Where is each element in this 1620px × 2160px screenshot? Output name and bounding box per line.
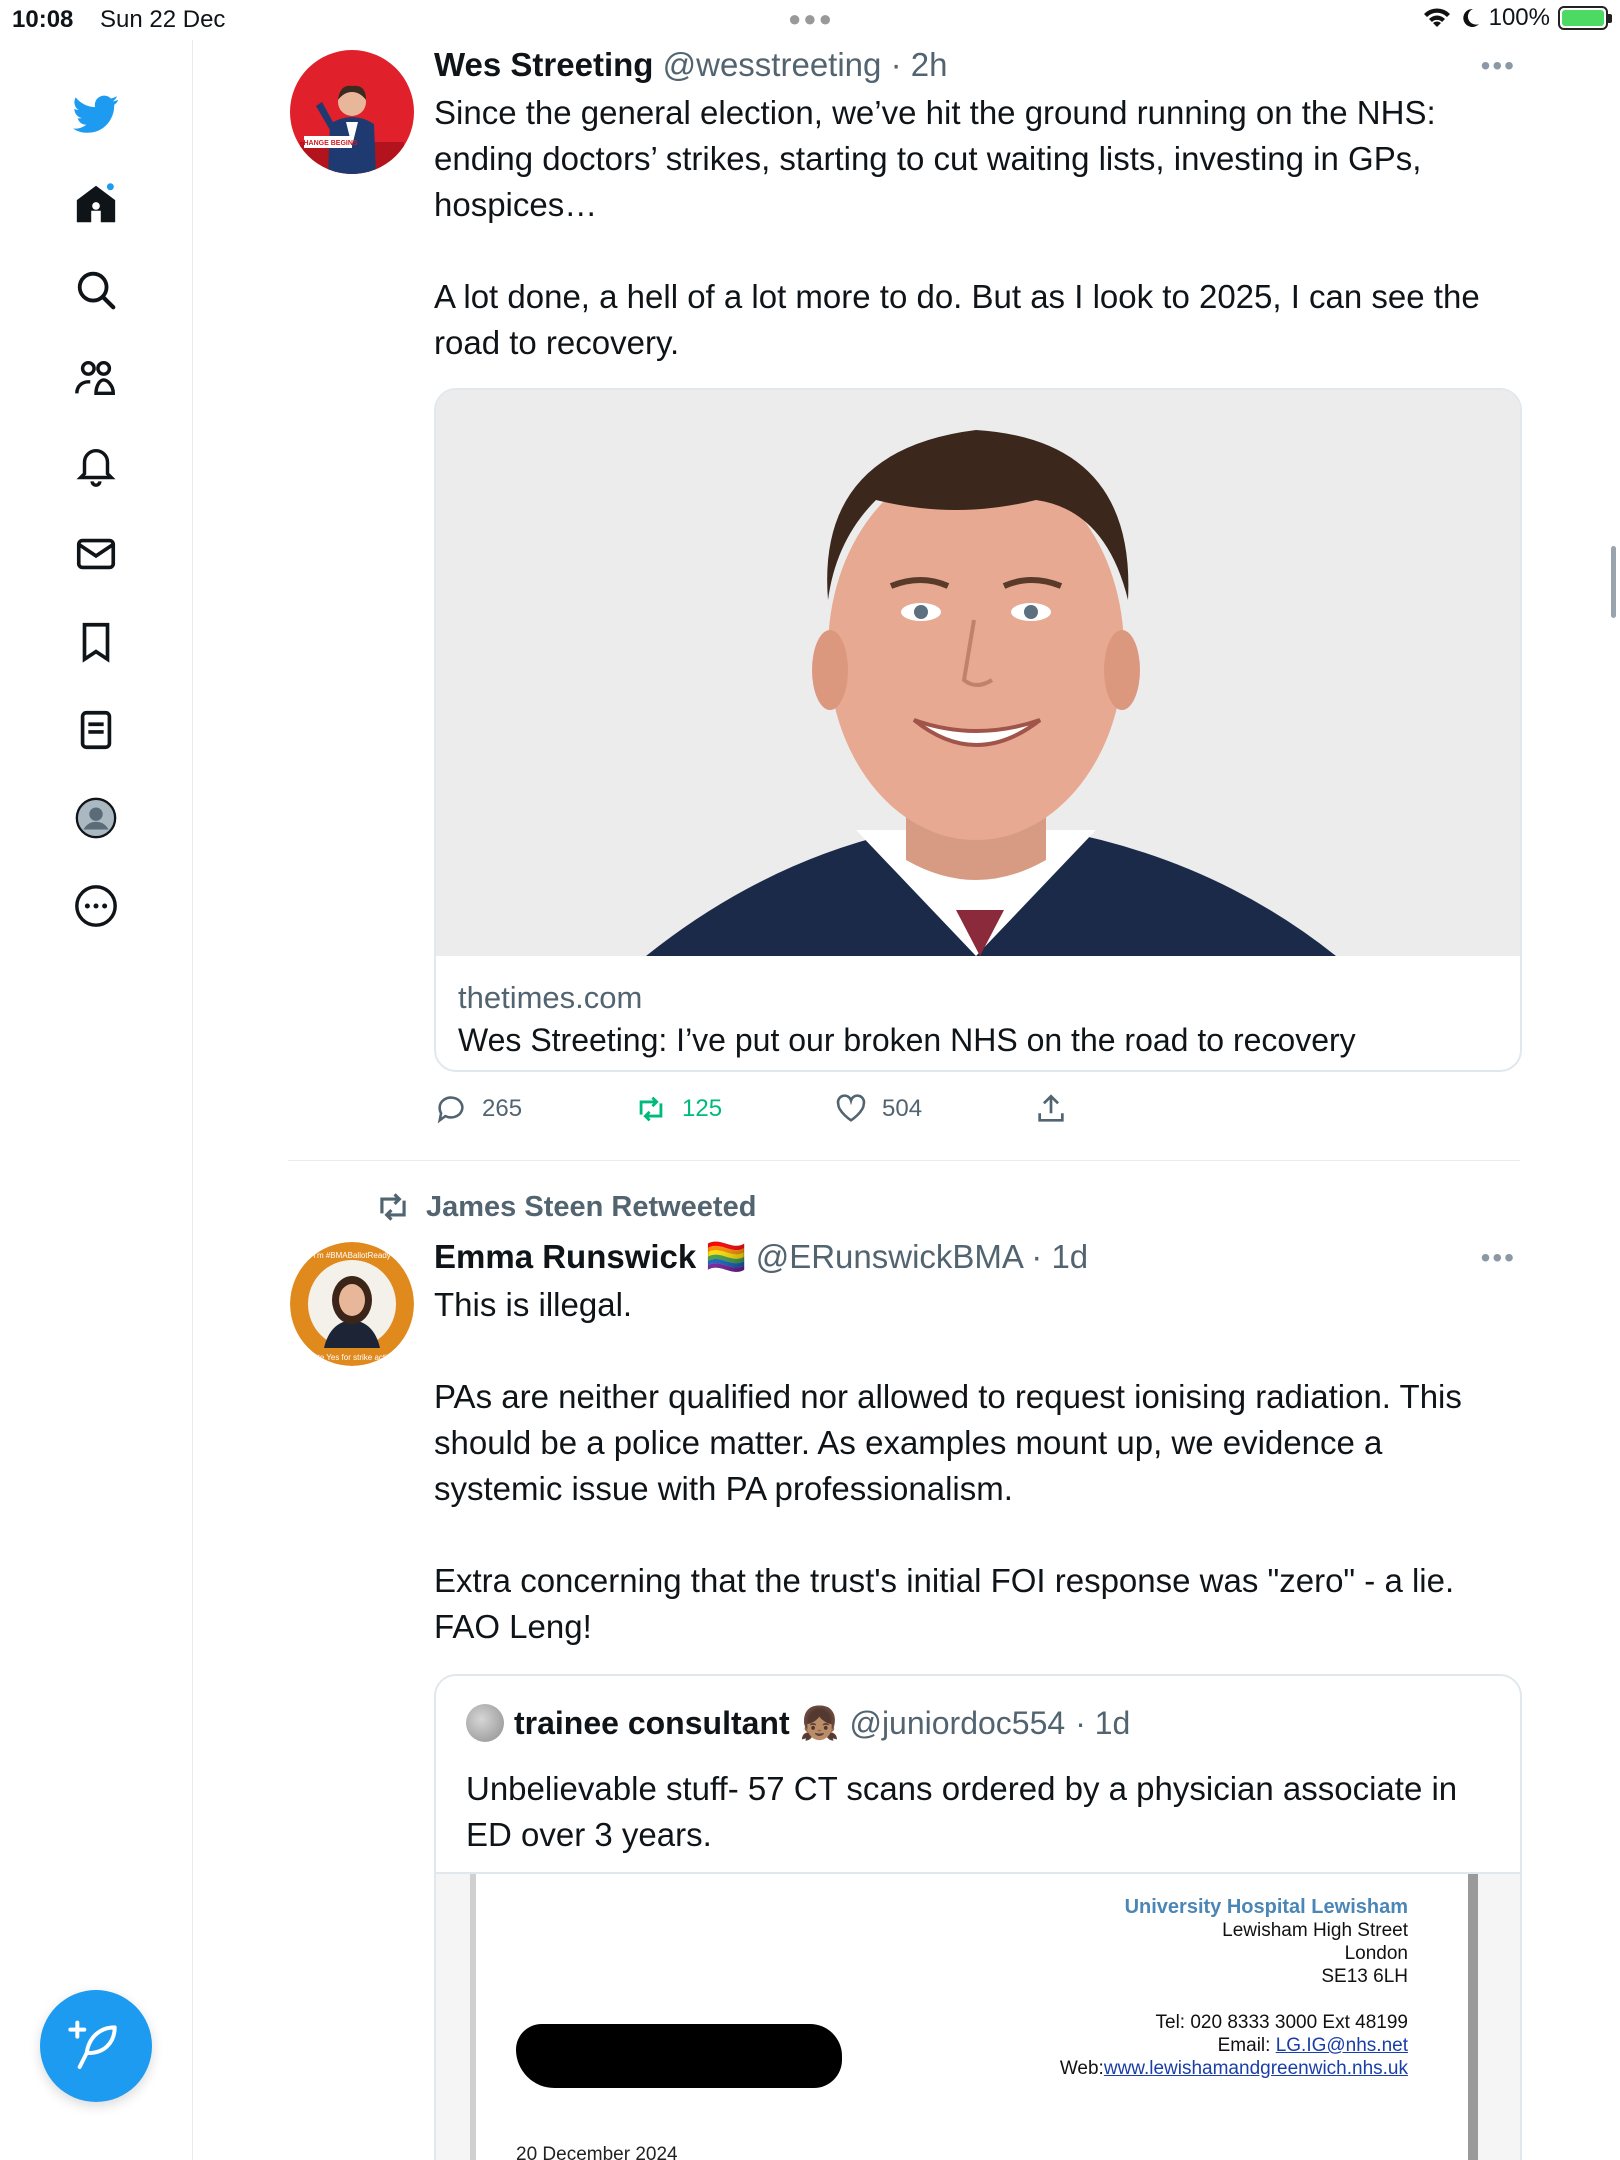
quote-author-name[interactable]: trainee consultant	[514, 1705, 790, 1742]
author-name[interactable]: Wes Streeting	[434, 46, 653, 83]
retweeted-by-label: James Steen Retweeted	[426, 1190, 757, 1223]
tweet-wes-streeting[interactable]: CHANGE BEGINS Wes Streeting @wesstreetin…	[288, 46, 1522, 1150]
quote-author-handle[interactable]: @juniordoc554	[849, 1705, 1065, 1742]
retweeted-by[interactable]: James Steen Retweeted	[374, 1188, 756, 1226]
avatar-ring-bottom-text: Vote Yes for strike action	[308, 1353, 396, 1362]
retweet-count: 125	[682, 1095, 723, 1122]
battery-percent: 100%	[1488, 4, 1550, 31]
document-web: Web:www.lewishamandgreenwich.nhs.uk	[1060, 2058, 1408, 2080]
retweet-icon	[639, 1096, 663, 1122]
notifications-icon[interactable]	[68, 438, 124, 494]
redaction-mark	[516, 2024, 842, 2088]
status-right: 100%	[1423, 4, 1612, 32]
retweet-button[interactable]: 125	[634, 1092, 722, 1126]
quote-header: trainee consultant 👧🏽 @juniordoc554 · 1d	[466, 1704, 1130, 1742]
twitter-bird-icon[interactable]	[68, 86, 124, 142]
document-web-label: Web:	[1059, 2058, 1104, 2079]
communities-icon[interactable]	[68, 350, 124, 406]
more-options-icon[interactable]: •••	[1481, 50, 1516, 82]
tweet-text: Since the general election, we’ve hit th…	[434, 94, 1480, 361]
like-icon	[836, 1094, 866, 1122]
quote-avatar[interactable]	[466, 1704, 504, 1742]
quote-emoji: 👧🏽	[799, 1705, 840, 1741]
like-count: 504	[882, 1095, 923, 1122]
document-org: University Hospital Lewisham	[1124, 1896, 1408, 1918]
profile-icon[interactable]	[68, 790, 124, 846]
share-button[interactable]	[1034, 1092, 1068, 1126]
avatar[interactable]: CHANGE BEGINS	[290, 50, 414, 174]
more-options-icon[interactable]: •••	[1481, 1242, 1516, 1274]
tweet-time[interactable]: · 1d	[1031, 1238, 1088, 1275]
document-address-line: Lewisham High Street	[1222, 1920, 1408, 1941]
search-icon[interactable]	[68, 262, 124, 318]
card-title: Wes Streeting: I’ve put our broken NHS o…	[458, 1022, 1356, 1058]
reply-icon	[437, 1096, 464, 1124]
wifi-icon	[1423, 8, 1450, 27]
messages-icon[interactable]	[68, 526, 124, 582]
lists-icon[interactable]	[68, 702, 124, 758]
battery-icon	[1558, 6, 1612, 30]
quote-time[interactable]: · 1d	[1075, 1705, 1130, 1742]
card-image	[436, 390, 1520, 956]
document-email: Email: LG.IG@nhs.net	[1218, 2035, 1408, 2057]
tweet-header: Wes Streeting @wesstreeting · 2h	[434, 46, 947, 84]
scrollbar[interactable]	[1611, 546, 1616, 618]
document-date: 20 December 2024	[516, 2144, 678, 2160]
quoted-tweet[interactable]: trainee consultant 👧🏽 @juniordoc554 · 1d…	[434, 1674, 1522, 2160]
document-address-line: SE13 6LH	[1321, 1966, 1408, 1987]
document-email-link: LG.IG@nhs.net	[1275, 2035, 1408, 2056]
document-web-link: www.lewishamandgreenwich.nhs.uk	[1103, 2058, 1408, 2079]
reply-button[interactable]: 265	[434, 1092, 522, 1126]
sidebar-nav	[0, 40, 193, 2160]
card-domain: thetimes.com	[458, 980, 643, 1015]
multitasking-dots-icon[interactable]: ●●●	[788, 6, 834, 32]
bookmarks-icon[interactable]	[68, 614, 124, 670]
do-not-disturb-icon	[1462, 8, 1479, 27]
more-icon[interactable]	[68, 878, 124, 934]
home-icon[interactable]	[68, 176, 124, 232]
tweet-divider	[288, 1160, 1520, 1161]
status-date: Sun 22 Dec	[100, 6, 226, 33]
status-bar: 10:08 Sun 22 Dec ●●● 100%	[0, 0, 1620, 40]
author-handle[interactable]: @wesstreeting	[663, 46, 882, 83]
avatar-badge-text: CHANGE BEGINS	[298, 140, 357, 147]
status-time: 10:08	[12, 6, 74, 33]
author-handle[interactable]: @ERunswickBMA	[756, 1238, 1022, 1275]
like-button[interactable]: 504	[834, 1092, 922, 1126]
reply-count: 265	[482, 1095, 523, 1122]
avatar-ring-top-text: I'm #BMABallotReady	[313, 1251, 391, 1260]
retweet-icon	[380, 1193, 406, 1221]
tweet-header: Emma Runswick 🏳️‍🌈 @ERunswickBMA · 1d	[434, 1238, 1088, 1277]
link-card[interactable]: thetimes.com Wes Streeting: I’ve put our…	[434, 388, 1522, 1072]
compose-tweet-button[interactable]	[40, 1990, 152, 2102]
share-icon	[1038, 1094, 1064, 1122]
quote-image[interactable]: University Hospital Lewisham Lewisham Hi…	[436, 1872, 1520, 2160]
document-email-label: Email:	[1217, 2035, 1271, 2056]
pride-flag-emoji: 🏳️‍🌈	[705, 1238, 747, 1275]
tweet-time[interactable]: · 2h	[891, 46, 948, 83]
avatar[interactable]: I'm #BMABallotReady Vote Yes for strike …	[290, 1242, 414, 1366]
compose-tweet-icon	[68, 2020, 117, 2069]
quote-text: Unbelievable stuff- 57 CT scans ordered …	[466, 1770, 1458, 1853]
document-address-line: London	[1344, 1943, 1408, 1964]
author-name[interactable]: Emma Runswick	[434, 1238, 696, 1275]
document-tel: Tel: 020 8333 3000 Ext 48199	[1155, 2012, 1408, 2033]
tweet-emma-runswick[interactable]: I'm #BMABallotReady Vote Yes for strike …	[288, 1238, 1522, 2160]
document-page: University Hospital Lewisham Lewisham Hi…	[470, 1874, 1478, 2160]
tweet-text: This is illegal. PAs are neither qualifi…	[434, 1286, 1462, 1645]
